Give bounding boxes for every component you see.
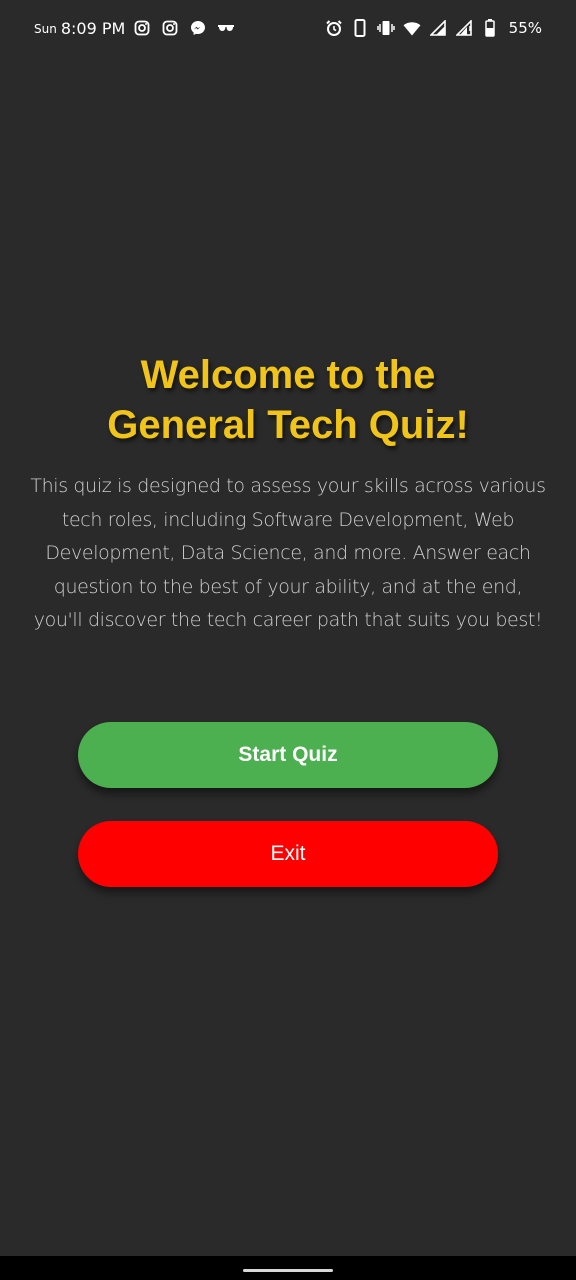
instagram-icon	[133, 19, 151, 37]
start-quiz-button[interactable]: Start Quiz	[78, 722, 498, 788]
welcome-section: Welcome to the General Tech Quiz! This q…	[0, 350, 576, 638]
signal-icon	[455, 19, 473, 37]
page-title: Welcome to the General Tech Quiz!	[0, 350, 576, 450]
glasses-icon	[217, 19, 235, 37]
battery-icon	[481, 19, 499, 37]
status-bar-left: Sun 8:09 PM	[34, 16, 245, 40]
navigation-bar	[0, 1256, 576, 1280]
alarm-icon	[325, 19, 343, 37]
status-bar: Sun 8:09 PM 55%	[0, 0, 576, 56]
messenger-icon	[189, 19, 207, 37]
home-indicator[interactable]	[243, 1269, 333, 1272]
title-line-2: General Tech Quiz!	[107, 403, 469, 447]
status-time: 8:09 PM	[60, 18, 126, 38]
status-day: Sun	[34, 22, 57, 36]
status-bar-right: 55%	[325, 16, 542, 40]
title-line-1: Welcome to the	[140, 353, 436, 397]
exit-button[interactable]: Exit	[78, 821, 498, 887]
quiz-description: This quiz is designed to assess your ski…	[30, 475, 546, 632]
wifi-icon	[403, 19, 421, 37]
signal-icon	[429, 19, 447, 37]
battery-percentage: 55%	[508, 19, 542, 37]
phone-icon	[351, 19, 369, 37]
instagram-icon	[161, 19, 179, 37]
vibrate-icon	[376, 19, 395, 37]
